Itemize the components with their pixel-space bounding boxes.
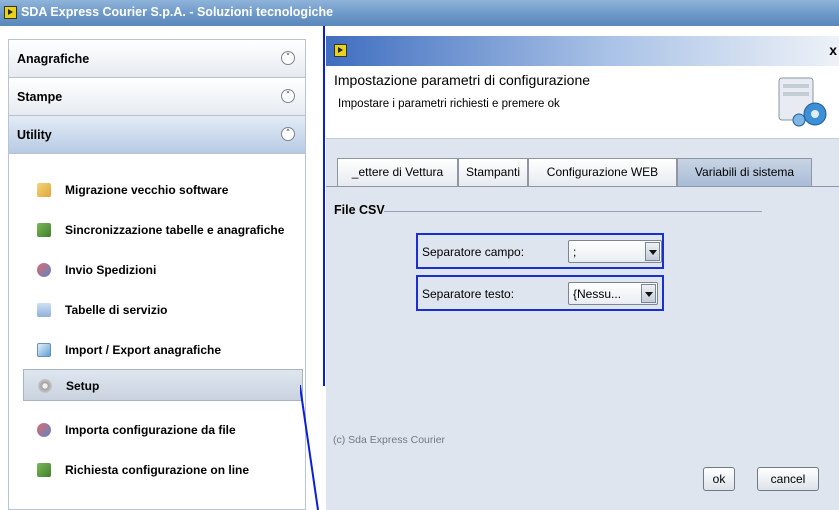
expand-chevron-icon[interactable]: ˅ xyxy=(281,51,295,65)
menu-item-label: Sincronizzazione tabelle e anagrafiche xyxy=(65,223,285,237)
menu-item-setup[interactable]: Setup xyxy=(23,369,303,401)
menu-item-richiesta-configurazione[interactable]: Richiesta configurazione on line xyxy=(23,454,303,486)
tab-content: File CSV Separatore campo: ; Separatore … xyxy=(326,187,839,510)
close-icon[interactable]: x xyxy=(829,42,837,58)
chevron-down-icon[interactable] xyxy=(645,242,660,261)
tab-variabili-di-sistema[interactable]: Variabili di sistema xyxy=(677,158,812,186)
menu-item-tabelle-servizio[interactable]: Tabelle di servizio xyxy=(23,294,303,326)
menu-item-sincronizzazione[interactable]: Sincronizzazione tabelle e anagrafiche xyxy=(23,214,303,246)
tab-stampanti[interactable]: Stampanti xyxy=(458,158,528,186)
group-divider xyxy=(384,211,762,212)
menu-item-label: Tabelle di servizio xyxy=(65,303,168,317)
expand-chevron-icon[interactable]: ˅ xyxy=(281,89,295,103)
field-separatore-campo: Separatore campo: ; xyxy=(416,233,664,269)
section-label: Stampe xyxy=(17,90,63,104)
download-icon xyxy=(37,463,51,477)
separatore-testo-select[interactable]: {Nessu... xyxy=(568,282,658,305)
app-title: SDA Express Courier S.p.A. - Soluzioni t… xyxy=(21,5,334,19)
section-label: Anagrafiche xyxy=(17,52,90,66)
collapse-chevron-icon[interactable]: ˄ xyxy=(281,127,295,141)
menu-item-migrazione[interactable]: Migrazione vecchio software xyxy=(23,174,303,206)
tab-configurazione-web[interactable]: Configurazione WEB xyxy=(528,158,677,186)
group-label: File CSV xyxy=(334,203,385,217)
config-dialog: x Impostazione parametri di configurazio… xyxy=(326,36,839,510)
field-separatore-testo: Separatore testo: {Nessu... xyxy=(416,275,664,311)
dialog-title: Impostazione parametri di configurazione xyxy=(334,72,591,88)
select-value: {Nessu... xyxy=(573,287,622,301)
menu-item-label: Import / Export anagrafiche xyxy=(65,343,222,357)
menu-item-import-export[interactable]: Import / Export anagrafiche xyxy=(23,334,303,366)
ok-button[interactable]: ok xyxy=(703,467,735,491)
gear-icon xyxy=(38,379,52,393)
menu-item-label: Invio Spedizioni xyxy=(65,263,157,277)
pencil-icon xyxy=(37,183,51,197)
field-label: Separatore testo: xyxy=(422,287,515,301)
field-label: Separatore campo: xyxy=(422,245,525,259)
send-icon xyxy=(37,263,51,277)
section-label: Utility xyxy=(17,128,52,142)
menu-item-label: Richiesta configurazione on line xyxy=(65,463,250,477)
copyright-text: (c) Sda Express Courier xyxy=(333,434,446,446)
separatore-campo-select[interactable]: ; xyxy=(568,240,662,263)
menu-item-label: Importa configurazione da file xyxy=(65,423,236,437)
app-icon xyxy=(4,6,17,19)
select-value: ; xyxy=(573,245,577,259)
app-titlebar: SDA Express Courier S.p.A. - Soluzioni t… xyxy=(0,0,839,26)
sidebar-panel: Anagrafiche ˅ Stampe ˅ Utility ˄ Migrazi… xyxy=(8,39,306,510)
cancel-button[interactable]: cancel xyxy=(757,467,819,491)
menu-item-invio-spedizioni[interactable]: Invio Spedizioni xyxy=(23,254,303,286)
table-icon xyxy=(37,303,51,317)
import-export-icon xyxy=(37,343,51,357)
config-icon xyxy=(37,423,51,437)
tab-lettere-di-vettura[interactable]: _ettere di Vettura xyxy=(337,158,458,186)
menu-item-importa-configurazione[interactable]: Importa configurazione da file xyxy=(23,414,303,446)
section-header-anagrafiche[interactable]: Anagrafiche ˅ xyxy=(9,40,305,78)
tab-strip: _ettere di Vettura Stampanti Configurazi… xyxy=(326,158,839,186)
dialog-header: Impostazione parametri di configurazione… xyxy=(326,66,839,139)
menu-item-label: Setup xyxy=(66,379,100,393)
menu-item-label: Migrazione vecchio software xyxy=(65,183,229,197)
chevron-down-icon[interactable] xyxy=(641,284,656,303)
settings-gear-icon xyxy=(778,77,827,127)
panel-splitter[interactable] xyxy=(300,26,326,510)
dialog-subtitle: Impostare i parametri richiesti e premer… xyxy=(338,98,560,110)
section-header-utility[interactable]: Utility ˄ xyxy=(9,116,305,154)
section-header-stampe[interactable]: Stampe ˅ xyxy=(9,78,305,116)
sync-icon xyxy=(37,223,51,237)
dialog-app-icon xyxy=(334,44,347,57)
dialog-titlebar: x xyxy=(326,36,839,66)
